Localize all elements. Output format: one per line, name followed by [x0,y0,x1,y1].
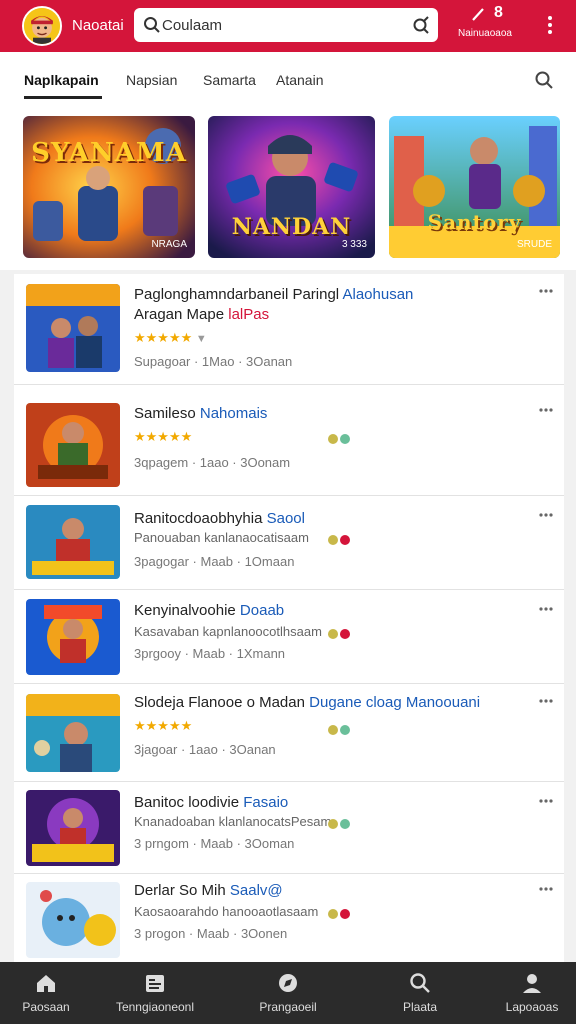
nav-item-home[interactable]: Paosaan [0,962,92,1024]
rating-stars-0: ★★★★★ ▼ [134,330,207,345]
featured-title-1: NANDAN [231,214,352,240]
voice-search-icon[interactable] [412,16,430,34]
featured-carousel: SYANAMA NRAGA NANDAN 3 333 Santory SRUDE [0,104,576,270]
list-thumb-6 [26,882,120,958]
more-menu-icon[interactable] [540,14,560,36]
list-desc-3: Kasavaban kapnlanoocotlhsaam [134,624,322,639]
list-meta-0: Supagoar · 1Mao · 3Oanan [134,354,293,369]
list-desc-5: Knanadoaban klanlanocatsPesam [134,814,332,829]
active-tab-indicator [24,96,102,99]
status-dots-1 [328,431,352,449]
nav-label-home: Paosaan [22,1000,70,1014]
featured-art-2 [389,116,560,258]
list-thumb-4 [26,694,120,772]
list-item-0[interactable]: Paglonghamndarbaneil Paringl Alaohusan A… [14,274,564,385]
bottom-nav: Paosaan Tenngiaoneonl Prangaoeil Plaata … [0,962,576,1024]
list-desc-6: Kaosaoarahdo hanooaotlasaam [134,904,319,919]
list-title-5: Banitoc loodivie Fasaio [134,794,289,811]
list-meta-3: 3prgooy · Maab · 1Xmann [134,646,286,661]
rating-stars-4: ★★★★★ [134,718,193,733]
tab-3[interactable]: Atanain [276,72,323,88]
search-icon [144,17,160,33]
list-title-3: Kenyinalvoohie Doaab [134,602,285,619]
search-box[interactable] [134,8,438,42]
featured-title-2: Santory [427,210,522,234]
home-icon [37,975,55,992]
list-item-4[interactable]: Slodeja Flanooe o Madan Dugane cloag Man… [14,684,564,782]
row-more-icon[interactable] [538,510,554,520]
list-title-1: Samileso Nahomais [134,405,268,422]
compass-icon [279,974,297,992]
list-item-6[interactable]: Derlar So Mih Saalv@ Kaosaoarahdo hanooa… [14,874,564,962]
list-desc-2: Panouaban kanlanaocatisaam [134,530,309,545]
chevron-down-icon: ▼ [195,333,207,345]
nav-label-explore: Prangaoeil [259,1000,317,1014]
list-title-6: Derlar So Mih Saalv@ [134,882,283,899]
featured-sub-1: 3 333 [341,239,367,250]
nav-label-search: Plaata [402,1000,438,1014]
tab-0[interactable]: Naplkapain [24,72,99,88]
list-item-1[interactable]: Samileso Nahomais ★★★★★ 3qpagem · 1aao ·… [14,385,564,496]
tab-bar: Naplkapain Napsian Samarta Atanain [0,52,576,104]
status-dots-4 [328,722,352,740]
search-icon [410,973,430,993]
list-meta-5: 3 prngom · Maab · 3Ooman [134,836,295,851]
list-item-2[interactable]: Ranitocdoaobhyhia Saool Panouaban kanlan… [14,496,564,590]
row-more-icon[interactable] [538,884,554,894]
top-bar: Naoatai 8 Nainuaoaoa [0,0,576,52]
featured-card-1[interactable]: NANDAN 3 333 [208,116,375,258]
nav-item-explore[interactable]: Prangaoeil [240,962,336,1024]
list-title-0: Paglonghamndarbaneil Paringl Alaohusan [134,286,414,303]
list-item-3[interactable]: Kenyinalvoohie Doaab Kasavaban kapnlanoo… [14,590,564,684]
list-title2-0: Aragan Mape lalPas [134,306,270,323]
list-thumb-5 [26,790,120,866]
row-more-icon[interactable] [538,405,554,415]
list-thumb-0 [26,284,120,372]
row-more-icon[interactable] [538,604,554,614]
nav-item-search[interactable]: Plaata [378,962,462,1024]
nav-label-library: Tenngiaoneonl [115,1000,195,1014]
edit-icon[interactable] [470,6,486,22]
row-more-icon[interactable] [538,286,554,296]
app-title: Naoatai [72,17,124,34]
list-meta-4: 3jagoar · 1aao · 3Oanan [134,742,276,757]
tab-search-icon[interactable] [534,70,554,90]
library-icon [146,975,164,992]
tab-1[interactable]: Napsian [126,72,177,88]
search-input[interactable] [162,13,402,37]
list-thumb-2 [26,505,120,579]
nav-label-profile: Lapoaoas [505,1000,559,1014]
status-dots-5 [328,816,352,834]
row-more-icon[interactable] [538,796,554,806]
list-meta-2: 3pagogar · Maab · 1Omaan [134,554,295,569]
featured-card-0[interactable]: SYANAMA NRAGA [23,116,195,258]
game-list: Paglonghamndarbaneil Paringl Alaohusan A… [14,274,564,962]
featured-title-0: SYANAMA [31,138,187,168]
avatar-image [24,8,60,44]
list-title-4: Slodeja Flanooe o Madan Dugane cloag Man… [134,694,481,711]
list-title-2: Ranitocdoaobhyhia Saool [134,510,305,527]
notification-count[interactable]: 8 [494,4,503,22]
avatar[interactable] [22,6,62,46]
tab-2[interactable]: Samarta [203,72,256,88]
nav-item-profile[interactable]: Lapoaoas [490,962,574,1024]
featured-sub-0: NRAGA [151,239,187,250]
profile-icon [523,974,541,993]
featured-card-2[interactable]: Santory SRUDE [389,116,560,258]
account-label[interactable]: Nainuaoaoa [458,28,512,39]
nav-item-library[interactable]: Tenngiaoneonl [100,962,210,1024]
list-meta-6: 3 progon · Maab · 3Oonen [134,926,288,941]
list-item-5[interactable]: Banitoc loodivie Fasaio Knanadoaban klan… [14,782,564,874]
status-dots-6 [328,906,352,924]
row-more-icon[interactable] [538,696,554,706]
rating-stars-1: ★★★★★ [134,429,193,444]
featured-sub-2: SRUDE [516,239,552,250]
list-meta-1: 3qpagem · 1aao · 3Oonam [134,455,291,470]
list-thumb-1 [26,403,120,487]
status-dots-2 [328,532,352,550]
list-thumb-3 [26,599,120,675]
status-dots-3 [328,626,352,644]
